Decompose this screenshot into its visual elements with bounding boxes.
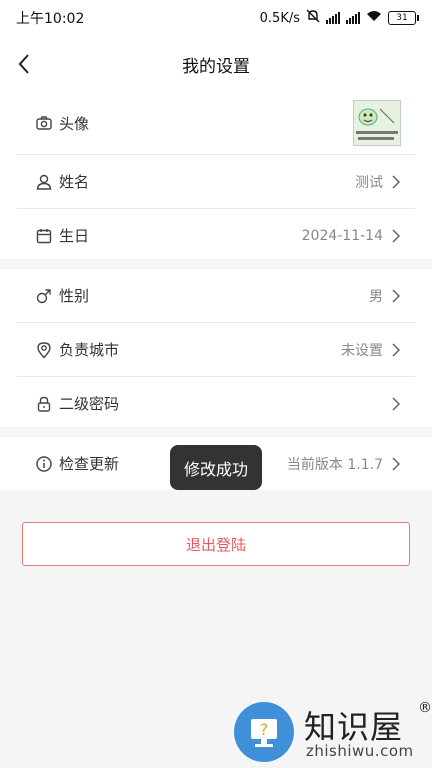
- gender-row[interactable]: 性别 男: [17, 269, 415, 323]
- chevron-right-icon: [391, 288, 401, 304]
- logout-button[interactable]: 退出登陆: [22, 522, 410, 566]
- watermark-logo: ? 知识屋 ® zhishiwu.com: [232, 698, 432, 768]
- success-toast: 修改成功: [170, 445, 262, 490]
- chevron-right-icon: [391, 456, 401, 472]
- birthday-label: 生日: [59, 227, 90, 245]
- avatar-row[interactable]: 头像: [17, 92, 415, 155]
- name-row[interactable]: 姓名 测试: [17, 155, 415, 209]
- city-row[interactable]: 负责城市 未设置: [17, 323, 415, 377]
- network-speed: 0.5K/s: [259, 10, 300, 26]
- avatar-label: 头像: [59, 114, 90, 133]
- monitor-question-icon: ?: [234, 702, 294, 762]
- user-icon: [35, 173, 53, 191]
- info-icon: [35, 455, 53, 473]
- password-label: 二级密码: [59, 395, 120, 413]
- gender-value: 男: [369, 288, 383, 305]
- chevron-right-icon: [391, 396, 401, 412]
- chevron-right-icon: [391, 342, 401, 358]
- update-label: 检查更新: [59, 455, 120, 473]
- gender-label: 性别: [59, 287, 90, 305]
- lock-icon: [35, 395, 53, 413]
- battery-icon: 31: [388, 11, 419, 25]
- chevron-right-icon: [391, 174, 401, 190]
- status-bar: 上午10:02 0.5K/s 31: [0, 0, 432, 36]
- watermark-site: zhishiwu.com: [306, 742, 414, 760]
- version-value: 当前版本 1.1.7: [286, 456, 383, 473]
- nav-bar: 我的设置: [0, 36, 432, 92]
- signal-hd-icon: [346, 12, 360, 24]
- mute-bell-icon: [306, 9, 320, 27]
- chevron-right-icon: [391, 228, 401, 244]
- birthday-row[interactable]: 生日 2024-11-14: [17, 209, 415, 262]
- avatar[interactable]: [353, 100, 401, 146]
- calendar-icon: [35, 227, 53, 245]
- birthday-value: 2024-11-14: [301, 227, 383, 244]
- svg-text:?: ?: [260, 720, 269, 739]
- status-time: 上午10:02: [16, 11, 85, 27]
- city-value: 未设置: [341, 342, 383, 359]
- name-label: 姓名: [59, 173, 90, 191]
- location-icon: [35, 341, 53, 359]
- back-icon[interactable]: [12, 50, 38, 78]
- password-row[interactable]: 二级密码: [17, 377, 415, 430]
- registered-mark: ®: [418, 700, 432, 716]
- city-label: 负责城市: [59, 341, 120, 359]
- details-group: 性别 男 负责城市 未设置 二级密码: [0, 269, 432, 427]
- status-icons: 0.5K/s 31: [259, 9, 419, 27]
- profile-group: 头像 姓名 测试 生日 2024-11-14: [0, 92, 432, 259]
- name-value: 测试: [355, 174, 383, 191]
- page-title: 我的设置: [182, 56, 250, 77]
- wifi-icon: [366, 10, 382, 26]
- signal-icon: [326, 12, 340, 24]
- camera-icon: [35, 114, 53, 132]
- male-icon: [35, 287, 53, 305]
